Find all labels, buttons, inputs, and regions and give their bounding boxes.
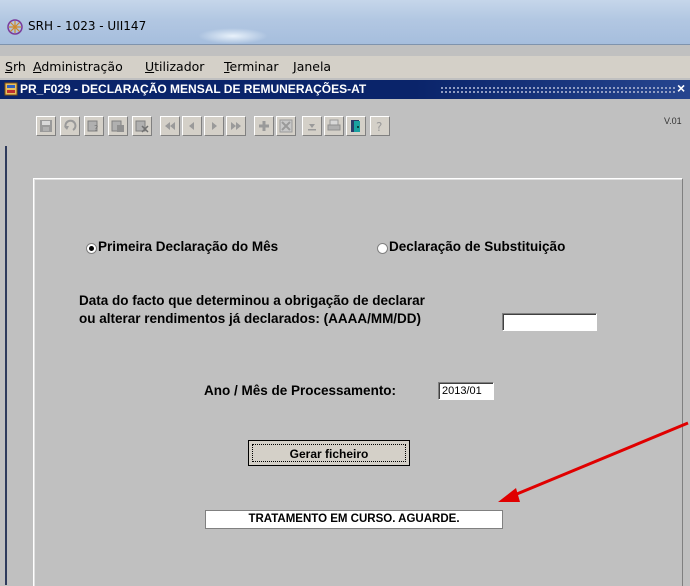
list-values-icon[interactable] xyxy=(302,116,322,136)
form-icon xyxy=(4,82,18,96)
generate-file-label: Gerar ficheiro xyxy=(252,444,406,462)
svg-text:?: ? xyxy=(376,120,382,133)
date-label-line1: Data do facto que determinou a obrigação… xyxy=(79,293,425,308)
period-label: Ano / Mês de Processamento: xyxy=(204,383,397,398)
menu-utilizador[interactable]: Utilizador xyxy=(145,59,204,74)
radio-first-declaration[interactable] xyxy=(86,243,97,254)
first-record-icon[interactable] xyxy=(160,116,180,136)
window-title-bar[interactable]: SRH - 1023 - UII147 xyxy=(0,0,690,45)
left-border xyxy=(0,146,8,585)
date-input[interactable] xyxy=(502,313,597,331)
title-dots xyxy=(440,86,676,93)
version-label: V.01 xyxy=(664,116,682,126)
help-icon[interactable]: ? xyxy=(370,116,390,136)
execute-query-icon[interactable] xyxy=(108,116,128,136)
radio-substitution-declaration[interactable] xyxy=(377,243,388,254)
undo-icon[interactable] xyxy=(60,116,80,136)
close-icon[interactable]: × xyxy=(677,80,685,96)
menu-administracao[interactable]: Administração xyxy=(33,59,123,74)
previous-record-icon[interactable] xyxy=(182,116,202,136)
menu-janela[interactable]: Janela xyxy=(293,59,331,74)
period-input[interactable]: 2013/01 xyxy=(438,382,494,400)
form-title-bar: PR_F029 - DECLARAÇÃO MENSAL DE REMUNERAÇ… xyxy=(0,80,690,99)
toolbar: ? ? V.01 xyxy=(0,100,690,146)
cancel-query-icon[interactable] xyxy=(132,116,152,136)
next-record-icon[interactable] xyxy=(204,116,224,136)
svg-text:?: ? xyxy=(94,124,98,133)
date-label-line2: ou alterar rendimentos já declarados: (A… xyxy=(79,311,422,326)
menu-bar: Srh Administração Utilizador Terminar Ja… xyxy=(0,56,690,78)
last-record-icon[interactable] xyxy=(226,116,246,136)
window-title: SRH - 1023 - UII147 xyxy=(28,19,147,33)
app-icon xyxy=(7,19,23,35)
label-first-declaration[interactable]: Primeira Declaração do Mês xyxy=(98,239,278,254)
title-glow xyxy=(198,28,268,44)
menu-terminar[interactable]: Terminar xyxy=(224,59,279,74)
status-message: TRATAMENTO EM CURSO. AGUARDE. xyxy=(205,510,503,529)
insert-record-icon[interactable] xyxy=(254,116,274,136)
delete-record-icon[interactable] xyxy=(276,116,296,136)
save-icon[interactable] xyxy=(36,116,56,136)
query-icon[interactable]: ? xyxy=(84,116,104,136)
form-title: PR_F029 - DECLARAÇÃO MENSAL DE REMUNERAÇ… xyxy=(20,82,367,96)
label-substitution-declaration[interactable]: Declaração de Substituição xyxy=(389,239,565,254)
print-icon[interactable] xyxy=(324,116,344,136)
menu-srh[interactable]: Srh xyxy=(5,59,26,74)
exit-icon[interactable] xyxy=(346,116,366,136)
generate-file-button[interactable]: Gerar ficheiro xyxy=(248,440,410,466)
